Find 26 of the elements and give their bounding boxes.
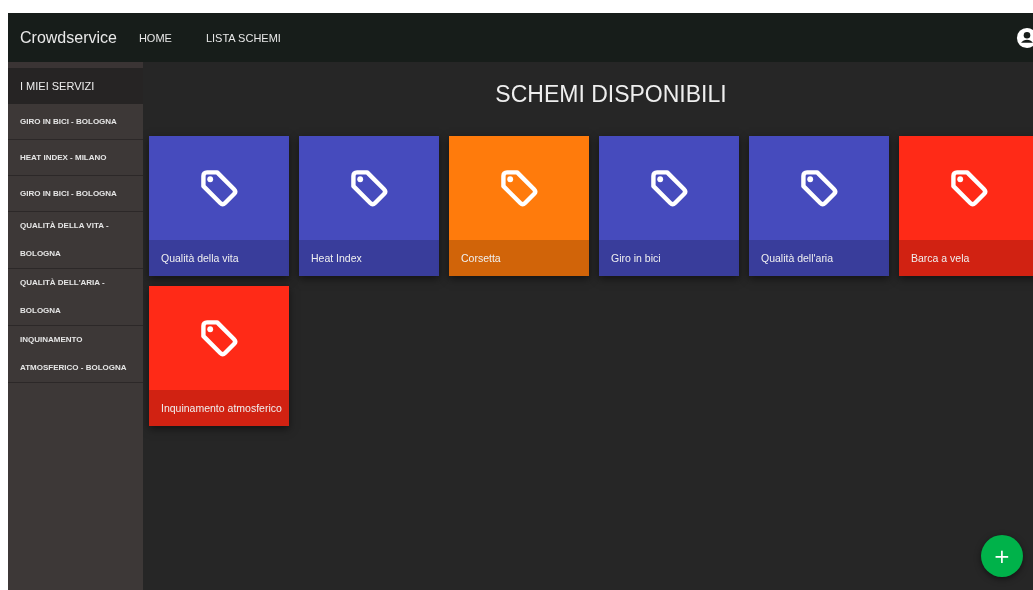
scheme-card[interactable]: Qualità della vita [149,136,289,276]
nav-link[interactable]: HOME [138,31,172,44]
card-label: Inquinamento atmosferico [149,390,289,426]
card-label: Corsetta [449,240,589,276]
sidebar-item[interactable]: QUALITÀ DELLA VITA - BOLOGNA [8,212,143,269]
page-title: SCHEMI DISPONIBILI [494,81,728,108]
card-label: Giro in bici [599,240,739,276]
sidebar-title: I MIEI SERVIZI [8,68,143,104]
brand-link[interactable]: Crowdservice [20,28,117,47]
sidebar-item[interactable]: QUALITÀ DELL'ARIA - BOLOGNA [8,269,143,326]
sidebar-item[interactable]: INQUINAMENTO ATMOSFERICO - BOLOGNA [8,326,143,383]
scheme-card[interactable]: Barca a vela [899,136,1033,276]
scheme-card[interactable]: Heat Index [299,136,439,276]
sidebar-item[interactable]: HEAT INDEX - MILANO [8,140,143,176]
user-icon[interactable] [1016,26,1033,49]
scheme-card[interactable]: Qualità dell'aria [749,136,889,276]
scheme-card[interactable]: Inquinamento atmosferico [149,286,289,426]
scheme-card[interactable]: Giro in bici [599,136,739,276]
sidebar-item[interactable]: GIRO IN BICI - BOLOGNA [8,104,143,140]
card-label: Qualità dell'aria [749,240,889,276]
nav-link[interactable]: LISTA SCHEMI [205,31,281,44]
card-label: Barca a vela [899,240,1033,276]
sidebar-item[interactable]: GIRO IN BICI - BOLOGNA [8,176,143,212]
card-label: Heat Index [299,240,439,276]
card-label: Qualità della vita [149,240,289,276]
scheme-card[interactable]: Corsetta [449,136,589,276]
